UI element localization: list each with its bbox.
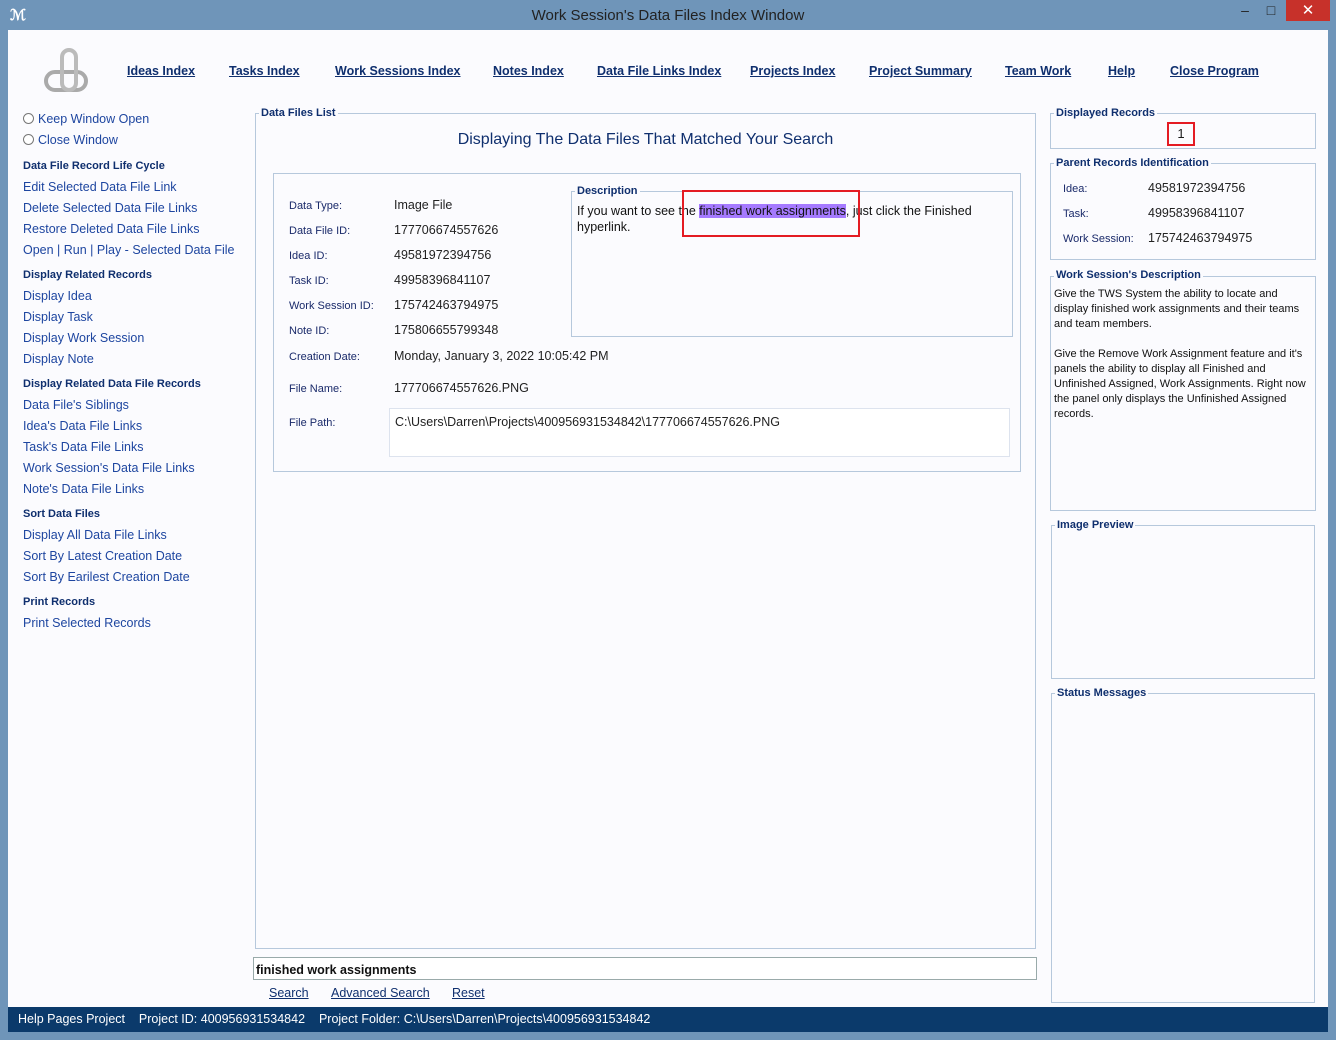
- field-value: 177706674557626: [394, 223, 499, 237]
- close-button[interactable]: ✕: [1286, 0, 1330, 21]
- reset-button[interactable]: Reset: [452, 986, 485, 1000]
- results-heading: Displaying The Data Files That Matched Y…: [457, 131, 834, 148]
- sidebar-item-sort-by-earilest-creation-date[interactable]: Sort By Earilest Creation Date: [23, 570, 190, 584]
- sidebar-item-data-file-s-siblings[interactable]: Data File's Siblings: [23, 398, 129, 412]
- status-project: Help Pages Project: [18, 1012, 126, 1026]
- sidebar-item-display-all-data-file-links[interactable]: Display All Data File Links: [23, 528, 167, 542]
- field-value: Image File: [394, 198, 453, 212]
- title-bar: ℳ Work Session's Data Files Index Window…: [0, 0, 1336, 30]
- parent-label: Work Session:: [1063, 233, 1134, 245]
- nav-work-sessions-index[interactable]: Work Sessions Index: [335, 64, 461, 78]
- parent-label: Idea:: [1063, 183, 1088, 195]
- field-value: Monday, January 3, 2022 10:05:42 PM: [394, 349, 609, 363]
- ws-desc-text: Give the TWS System the ability to locat…: [1054, 287, 1314, 422]
- field-label: Note ID:: [289, 325, 330, 337]
- field-label: Data File ID:: [289, 225, 351, 237]
- field-value: 49958396841107: [394, 273, 491, 287]
- nav-notes-index[interactable]: Notes Index: [493, 64, 564, 78]
- sidebar-section-title: Display Related Data File Records: [23, 378, 201, 390]
- displayed-records-legend: Displayed Records: [1054, 107, 1158, 119]
- sidebar-item-task-s-data-file-links[interactable]: Task's Data File Links: [23, 440, 143, 454]
- ws-desc-p2: Give the Remove Work Assignment feature …: [1054, 348, 1306, 420]
- image-preview-panel: [1051, 525, 1315, 679]
- status-bar: Help Pages Project Project ID: 400956931…: [8, 1007, 1328, 1032]
- sidebar-section-title: Print Records: [23, 596, 96, 608]
- description-text-pre: If you want to see the: [577, 204, 700, 218]
- advanced-search-button[interactable]: Advanced Search: [331, 986, 430, 1000]
- sidebar-item-edit-selected-data-file-link[interactable]: Edit Selected Data File Link: [23, 180, 177, 194]
- sidebar-item-idea-s-data-file-links[interactable]: Idea's Data File Links: [23, 419, 142, 433]
- parent-value: 175742463794975: [1148, 231, 1253, 245]
- displayed-records-count: 1: [1167, 122, 1195, 146]
- parent-value: 49958396841107: [1148, 206, 1245, 220]
- field-value: 177706674557626.PNG: [394, 381, 529, 395]
- sidebar-section-title: Sort Data Files: [23, 508, 101, 520]
- maximize-button[interactable]: □: [1256, 2, 1286, 22]
- paperclip-logo-icon: [44, 48, 88, 92]
- nav-projects-index[interactable]: Projects Index: [750, 64, 835, 78]
- nav-help[interactable]: Help: [1108, 64, 1135, 78]
- window-title: Work Session's Data Files Index Window: [531, 7, 805, 24]
- field-label: Data Type:: [289, 200, 342, 212]
- sidebar-section-title: Data File Record Life Cycle: [23, 160, 165, 172]
- field-value: 175806655799348: [394, 323, 499, 337]
- sidebar-item-work-session-s-data-file-links[interactable]: Work Session's Data File Links: [23, 461, 195, 475]
- sidebar-item-open-run-play-selected-data-file[interactable]: Open | Run | Play - Selected Data File: [23, 243, 234, 257]
- status-messages-legend: Status Messages: [1055, 687, 1149, 699]
- description-legend: Description: [575, 185, 640, 197]
- field-label: File Name:: [289, 383, 343, 395]
- parent-value: 49581972394756: [1148, 181, 1246, 195]
- parent-label: Task:: [1063, 208, 1089, 220]
- ws-desc-legend: Work Session's Description: [1054, 269, 1203, 281]
- nav-team-work[interactable]: Team Work: [1005, 64, 1071, 78]
- parent-records-legend: Parent Records Identification: [1054, 157, 1211, 169]
- sidebar-item-display-idea[interactable]: Display Idea: [23, 289, 92, 303]
- sidebar-item-restore-deleted-data-file-links[interactable]: Restore Deleted Data File Links: [23, 222, 199, 236]
- nav-tasks-index[interactable]: Tasks Index: [229, 64, 300, 78]
- field-label: File Path:: [289, 417, 336, 429]
- image-preview-legend: Image Preview: [1055, 519, 1136, 531]
- nav-project-summary[interactable]: Project Summary: [869, 64, 972, 78]
- sidebar-item-display-note[interactable]: Display Note: [23, 352, 94, 366]
- sidebar-item-print-selected-records[interactable]: Print Selected Records: [23, 616, 151, 630]
- sidebar-item-delete-selected-data-file-links[interactable]: Delete Selected Data File Links: [23, 201, 197, 215]
- nav-data-file-links-index[interactable]: Data File Links Index: [597, 64, 721, 78]
- sidebar-item-display-work-session[interactable]: Display Work Session: [23, 331, 144, 345]
- annotation-box: [682, 190, 860, 237]
- field-label: Idea ID:: [289, 250, 328, 262]
- search-input[interactable]: finished work assignments: [253, 957, 1037, 980]
- data-files-list-legend: Data Files List: [259, 107, 338, 119]
- close-window-radio[interactable]: Close Window: [23, 133, 118, 147]
- radio-icon: [23, 113, 34, 124]
- nav-ideas-index[interactable]: Ideas Index: [127, 64, 195, 78]
- status-project-folder: Project Folder: C:\Users\Darren\Projects…: [318, 1012, 651, 1026]
- field-label: Task ID:: [289, 275, 329, 287]
- status-messages-panel: [1051, 693, 1315, 1003]
- ws-desc-p1: Give the TWS System the ability to locat…: [1054, 288, 1300, 330]
- radio-icon: [23, 134, 34, 145]
- field-label: Creation Date:: [289, 351, 360, 363]
- radio-label: Close Window: [38, 133, 118, 147]
- radio-label: Keep Window Open: [38, 112, 150, 126]
- field-value: C:\Users\Darren\Projects\400956931534842…: [395, 415, 780, 429]
- sidebar-section-title: Display Related Records: [23, 269, 152, 281]
- sidebar-item-note-s-data-file-links[interactable]: Note's Data File Links: [23, 482, 144, 496]
- status-project-id: Project ID: 400956931534842: [138, 1012, 306, 1026]
- search-button[interactable]: Search: [269, 986, 309, 1000]
- keep-window-open-radio[interactable]: Keep Window Open: [23, 112, 149, 126]
- field-label: Work Session ID:: [289, 300, 374, 312]
- sidebar-item-display-task[interactable]: Display Task: [23, 310, 93, 324]
- sidebar-item-sort-by-latest-creation-date[interactable]: Sort By Latest Creation Date: [23, 549, 182, 563]
- field-value: 175742463794975: [394, 298, 499, 312]
- field-value: 49581972394756: [394, 248, 492, 262]
- nav-close-program[interactable]: Close Program: [1170, 64, 1259, 78]
